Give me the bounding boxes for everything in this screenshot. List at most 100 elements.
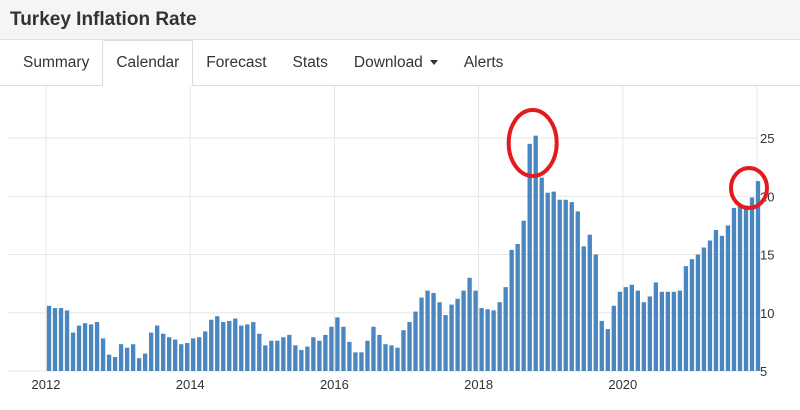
bar: [461, 290, 466, 371]
bar: [269, 340, 274, 371]
bar: [124, 347, 130, 371]
inflation-chart: 510152025 2012 2014 2016 2018 2020: [8, 86, 774, 392]
bar: [689, 259, 695, 371]
x-axis-labels: 2012 2014 2016 2018 2020: [32, 377, 638, 392]
tab-forecast[interactable]: Forecast: [193, 40, 279, 85]
chart-area: 5 10 15 20 25 2012 2014 2016 2018 2020: [0, 86, 800, 405]
bar: [167, 337, 172, 371]
bar: [593, 254, 598, 371]
tab-forecast-label: Forecast: [206, 53, 267, 71]
x-tick-label: 2016: [320, 377, 349, 392]
bar: [251, 322, 256, 371]
bar: [76, 325, 82, 371]
bar: [209, 319, 214, 371]
bar: [755, 181, 761, 371]
bar: [515, 244, 520, 371]
bar: [58, 308, 64, 371]
bar: [743, 205, 749, 371]
bar: [275, 340, 280, 371]
y-tick-label: 5: [760, 364, 767, 379]
bar-series: [46, 135, 761, 372]
bar: [185, 343, 190, 371]
bar: [142, 353, 148, 371]
bar: [623, 287, 628, 371]
bar: [683, 266, 689, 371]
bar: [52, 308, 58, 371]
tab-calendar[interactable]: Calendar: [102, 40, 194, 86]
bar: [106, 354, 112, 371]
tab-stats[interactable]: Stats: [280, 40, 341, 85]
bar: [539, 177, 544, 371]
bar: [221, 322, 226, 371]
x-tick-label: 2014: [176, 377, 205, 392]
bar: [136, 358, 142, 371]
bar: [617, 291, 622, 371]
highlight-circle-latest: [728, 166, 769, 210]
bar: [293, 345, 298, 371]
bar: [737, 204, 743, 371]
bar: [347, 341, 352, 372]
y-axis-labels: 510152025: [760, 131, 774, 379]
bar: [257, 333, 262, 371]
bar: [551, 191, 556, 371]
bar: [437, 302, 442, 371]
tab-alerts[interactable]: Alerts: [451, 40, 517, 85]
tab-bar: Summary Calendar Forecast Stats Download…: [0, 40, 800, 86]
bar: [239, 325, 244, 371]
bar: [305, 346, 310, 371]
bar: [46, 305, 52, 371]
bar: [521, 220, 526, 371]
tab-summary[interactable]: Summary: [10, 40, 102, 85]
title-bar: Turkey Inflation Rate: [0, 0, 800, 40]
bar: [635, 290, 640, 371]
x-tick-label: 2012: [32, 377, 61, 392]
bar: [383, 344, 388, 371]
bar: [419, 297, 424, 371]
bar: [365, 340, 370, 371]
bar: [353, 352, 358, 371]
bar: [82, 323, 88, 371]
bar: [425, 290, 430, 371]
bar: [359, 352, 364, 371]
bar: [731, 207, 737, 371]
bar: [545, 192, 550, 371]
x-tick-label: 2020: [608, 377, 637, 392]
bar: [191, 338, 196, 371]
bar: [443, 315, 448, 371]
bar: [323, 334, 328, 371]
tab-summary-label: Summary: [23, 53, 90, 71]
bar: [485, 309, 490, 371]
bar: [599, 320, 604, 371]
tab-alerts-label: Alerts: [463, 53, 504, 71]
bar: [413, 311, 418, 371]
bar: [605, 329, 610, 371]
tab-download[interactable]: Download: [341, 40, 451, 85]
bar: [317, 340, 322, 371]
bar: [389, 345, 394, 371]
bar: [671, 291, 677, 371]
bar: [647, 296, 653, 371]
x-tick-label: 2018: [464, 377, 493, 392]
bar: [215, 316, 220, 371]
bar: [587, 234, 592, 371]
bar: [130, 344, 136, 371]
bar: [161, 333, 166, 371]
bar: [233, 318, 238, 371]
bar: [575, 211, 580, 371]
bar: [371, 326, 376, 371]
bar: [725, 225, 731, 372]
bar: [665, 291, 671, 371]
bar: [179, 344, 184, 371]
bar: [713, 230, 719, 371]
bar: [695, 254, 701, 371]
bar: [341, 326, 346, 371]
bar: [407, 322, 412, 371]
bar: [148, 332, 154, 371]
bar: [491, 310, 496, 371]
bar: [245, 324, 250, 371]
bar: [227, 320, 232, 371]
bar: [749, 197, 755, 371]
bar: [503, 287, 508, 371]
bar: [88, 324, 94, 371]
bar: [64, 310, 70, 371]
